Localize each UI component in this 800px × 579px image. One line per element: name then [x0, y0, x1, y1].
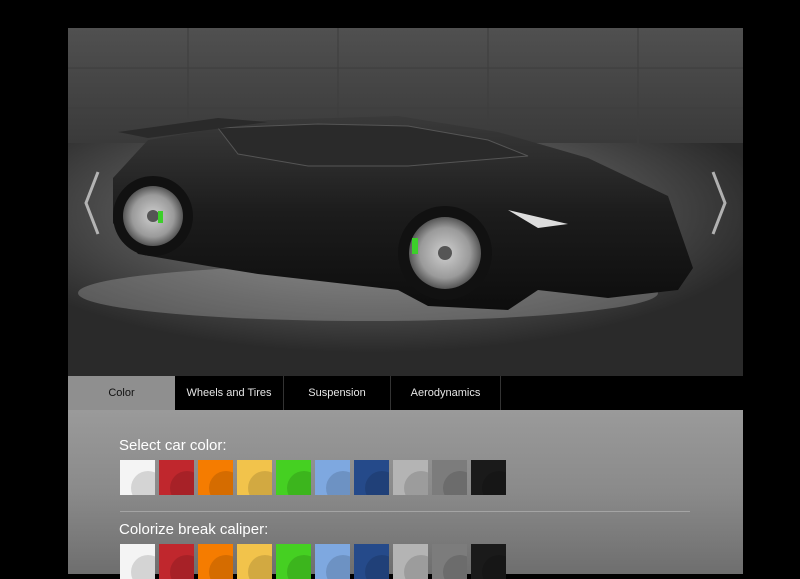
car-color-swatch-3[interactable] — [237, 460, 272, 495]
car-color-title: Select car color: — [119, 437, 227, 454]
car-color-swatch-6[interactable] — [354, 460, 389, 495]
chevron-right-icon[interactable] — [709, 168, 729, 238]
car-color-swatch-8[interactable] — [432, 460, 467, 495]
option-tabs: Color Wheels and Tires Suspension Aerody… — [68, 376, 743, 410]
tab-suspension[interactable]: Suspension — [284, 376, 391, 410]
tab-wheels-and-tires[interactable]: Wheels and Tires — [175, 376, 284, 410]
color-panel: Select car color: Colorize break caliper… — [68, 410, 743, 579]
divider — [120, 511, 690, 512]
car-preview — [68, 28, 743, 376]
tab-aerodynamics[interactable]: Aerodynamics — [391, 376, 501, 410]
tab-color[interactable]: Color — [68, 376, 175, 410]
car-color-swatch-0[interactable] — [120, 460, 155, 495]
caliper-color-title: Colorize break caliper: — [119, 521, 269, 538]
car-color-swatches — [120, 460, 510, 495]
car-color-swatch-7[interactable] — [393, 460, 428, 495]
car-image — [68, 28, 743, 376]
car-color-swatch-1[interactable] — [159, 460, 194, 495]
car-color-swatch-9[interactable] — [471, 460, 506, 495]
car-color-swatch-5[interactable] — [315, 460, 350, 495]
car-color-swatch-4[interactable] — [276, 460, 311, 495]
car-color-swatch-2[interactable] — [198, 460, 233, 495]
chevron-left-icon[interactable] — [82, 168, 102, 238]
